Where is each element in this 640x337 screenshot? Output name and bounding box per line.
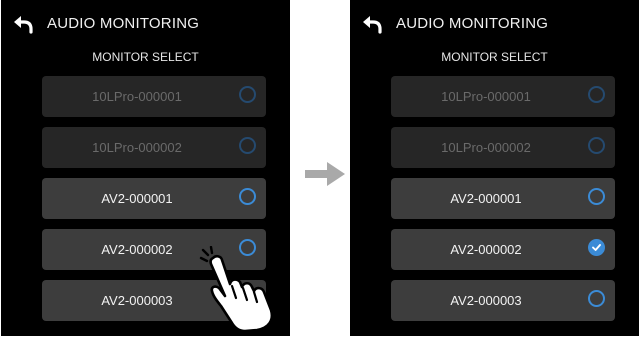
monitor-item-av2-000001[interactable]: AV2-000001 — [42, 178, 266, 219]
tapping-hand-icon — [199, 245, 279, 333]
arrow-right-icon — [305, 162, 345, 186]
radio-button[interactable] — [588, 290, 605, 307]
monitor-item-label: 10LPro-000001 — [92, 89, 182, 104]
monitor-item-10lpro-000001[interactable]: 10LPro-000001 — [391, 76, 615, 117]
radio-button[interactable] — [588, 137, 605, 154]
section-subtitle: MONITOR SELECT — [92, 50, 199, 64]
radio-button-checked[interactable] — [588, 239, 605, 256]
radio-button[interactable] — [588, 86, 605, 103]
radio-button[interactable] — [239, 86, 256, 103]
screen-before: AUDIO MONITORING MONITOR SELECT 10LPro-0… — [1, 0, 290, 336]
back-arrow-icon[interactable] — [362, 14, 384, 34]
radio-button[interactable] — [239, 188, 256, 205]
section-subtitle: MONITOR SELECT — [441, 50, 548, 64]
page-title: AUDIO MONITORING — [47, 15, 200, 32]
monitor-item-10lpro-000002[interactable]: 10LPro-000002 — [42, 127, 266, 168]
monitor-item-av2-000001[interactable]: AV2-000001 — [391, 178, 615, 219]
header: AUDIO MONITORING — [350, 0, 639, 44]
monitor-item-label: 10LPro-000002 — [92, 140, 182, 155]
header: AUDIO MONITORING — [1, 0, 290, 44]
monitor-item-label: 10LPro-000001 — [441, 89, 531, 104]
back-arrow-icon[interactable] — [13, 14, 35, 34]
monitor-item-av2-000002[interactable]: AV2-000002 — [391, 229, 615, 270]
monitor-item-label: AV2-000001 — [450, 191, 522, 206]
radio-button[interactable] — [588, 188, 605, 205]
monitor-item-label: 10LPro-000002 — [441, 140, 531, 155]
monitor-item-label: AV2-000002 — [450, 242, 522, 257]
radio-button[interactable] — [239, 137, 256, 154]
monitor-item-10lpro-000001[interactable]: 10LPro-000001 — [42, 76, 266, 117]
screen-after: AUDIO MONITORING MONITOR SELECT 10LPro-0… — [350, 0, 639, 336]
monitor-item-label: AV2-000003 — [450, 293, 522, 308]
monitor-item-label: AV2-000001 — [101, 191, 173, 206]
monitor-item-av2-000003[interactable]: AV2-000003 — [391, 280, 615, 321]
monitor-item-10lpro-000002[interactable]: 10LPro-000002 — [391, 127, 615, 168]
page-title: AUDIO MONITORING — [396, 15, 549, 32]
check-icon — [592, 244, 601, 251]
